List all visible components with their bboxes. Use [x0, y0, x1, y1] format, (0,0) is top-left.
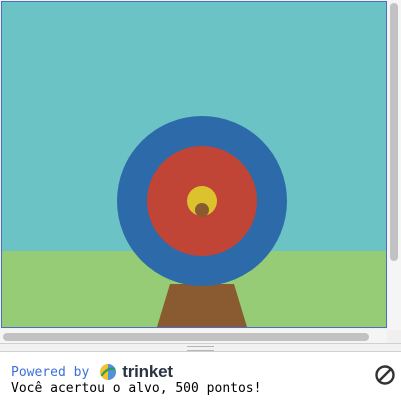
target-stand: [157, 284, 247, 327]
arrow-hit-mark: [195, 203, 209, 217]
horizontal-scrollbar-thumb[interactable]: [3, 333, 369, 341]
canvas-frame: [0, 0, 401, 343]
trinket-logo-icon: [100, 364, 117, 380]
powered-by-link[interactable]: Powered by trinket: [11, 362, 173, 382]
archery-scene: [2, 2, 386, 327]
powered-by-label: Powered by: [11, 364, 90, 380]
trinket-embed: Powered by trinket Você acertou o alvo, …: [0, 0, 401, 406]
resize-grip-icon: [187, 346, 214, 351]
output-pane: Powered by trinket Você acertou o alvo, …: [0, 352, 401, 406]
console-output: Você acertou o alvo, 500 pontos!: [11, 381, 262, 396]
pane-resize-handle[interactable]: [0, 343, 401, 352]
game-canvas[interactable]: [1, 1, 387, 328]
stop-icon[interactable]: [374, 364, 396, 386]
vertical-scrollbar-thumb[interactable]: [390, 3, 398, 261]
trinket-wordmark: trinket: [122, 362, 173, 381]
